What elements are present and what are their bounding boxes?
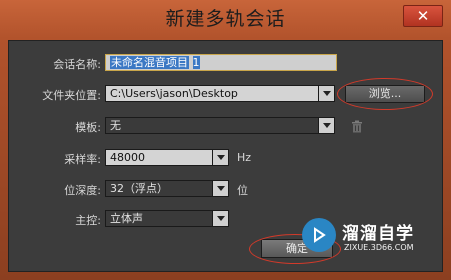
sample-rate-label: 采样率: bbox=[64, 153, 101, 166]
chevron-down-icon[interactable] bbox=[212, 211, 228, 226]
annotation-oval-browse bbox=[337, 78, 433, 110]
sample-rate-dropdown[interactable]: 48000 bbox=[105, 149, 229, 166]
folder-location-dropdown[interactable]: C:\Users\jason\Desktop bbox=[105, 85, 335, 102]
chevron-down-icon[interactable] bbox=[212, 150, 228, 165]
folder-location-value: C:\Users\jason\Desktop bbox=[110, 87, 238, 100]
bit-depth-dropdown[interactable]: 32（浮点） bbox=[105, 180, 229, 197]
watermark-url: ZIXUE.3D66.COM bbox=[344, 243, 414, 252]
close-button[interactable]: ✕ bbox=[403, 5, 443, 27]
dialog-title: 新建多轨会话 bbox=[165, 8, 286, 30]
chevron-down-icon[interactable] bbox=[318, 86, 334, 101]
sample-rate-value: 48000 bbox=[110, 151, 145, 164]
trash-icon[interactable] bbox=[351, 120, 363, 133]
template-dropdown[interactable]: 无 bbox=[105, 117, 335, 134]
master-value: 立体声 bbox=[110, 212, 143, 225]
watermark-logo bbox=[302, 218, 336, 252]
template-value: 无 bbox=[110, 119, 121, 132]
session-name-label: 会话名称: bbox=[53, 58, 101, 71]
bit-depth-label: 位深度: bbox=[64, 184, 101, 197]
play-icon bbox=[314, 227, 326, 243]
session-name-input[interactable]: 未命名混音项目 1 bbox=[105, 54, 337, 71]
session-name-value: 未命名混音项目 bbox=[110, 56, 189, 69]
template-label: 模板: bbox=[75, 121, 101, 134]
folder-location-label: 文件夹位置: bbox=[42, 89, 101, 102]
bit-depth-unit: 位 bbox=[237, 184, 248, 197]
new-multitrack-session-dialog: 新建多轨会话 ✕ 会话名称: 未命名混音项目 1 文件夹位置: C:\Users… bbox=[0, 0, 451, 280]
master-dropdown[interactable]: 立体声 bbox=[105, 210, 229, 227]
title-bar[interactable]: 新建多轨会话 ✕ bbox=[0, 0, 451, 36]
bit-depth-value: 32（浮点） bbox=[110, 182, 168, 195]
session-name-suffix: 1 bbox=[192, 56, 200, 69]
chevron-down-icon[interactable] bbox=[318, 118, 334, 133]
sample-rate-unit: Hz bbox=[237, 151, 252, 164]
chevron-down-icon[interactable] bbox=[212, 181, 228, 196]
master-label: 主控: bbox=[75, 214, 101, 227]
watermark-name: 溜溜自学 bbox=[342, 224, 414, 244]
